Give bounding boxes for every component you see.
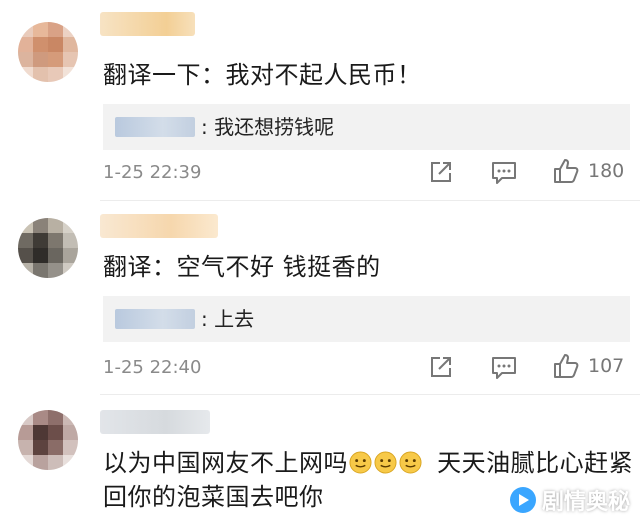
avatar-pixel (63, 52, 78, 67)
avatar-pixel (48, 67, 63, 82)
avatar-pixel (33, 455, 48, 470)
avatar-pixel (18, 440, 33, 455)
comment-icon (492, 357, 516, 379)
avatar[interactable] (18, 218, 78, 278)
avatar-pixel (33, 218, 48, 233)
avatar-pixel (48, 248, 63, 263)
avatar-pixel (18, 67, 33, 82)
avatar-pixel (48, 410, 63, 425)
avatar-pixel (33, 52, 48, 67)
like-icon (554, 354, 579, 378)
like-count: 107 (588, 355, 625, 377)
like-button[interactable]: 180 (552, 157, 624, 185)
like-button[interactable]: 107 (552, 352, 624, 380)
avatar-pixel (48, 218, 63, 233)
avatar-pixel (18, 218, 33, 233)
avatar-pixel (33, 37, 48, 52)
avatar-pixel (18, 37, 33, 52)
avatar-pixel (63, 37, 78, 52)
avatar-pixel (63, 440, 78, 455)
avatar-pixel (18, 455, 33, 470)
comment-button[interactable] (490, 160, 518, 186)
smile-emoji-icon (349, 451, 372, 474)
avatar-pixel (48, 233, 63, 248)
comment-text: 翻译一下：我对不起人民币！ (103, 61, 422, 89)
comment-text-part: 回你的泡菜国去吧你 (103, 483, 324, 511)
avatar-pixel (48, 52, 63, 67)
avatar-pixel (18, 52, 33, 67)
username-blurred[interactable] (100, 410, 210, 434)
avatar-pixel (18, 22, 33, 37)
avatar-pixel (33, 22, 48, 37)
avatar-pixel (48, 37, 63, 52)
avatar-pixel (33, 410, 48, 425)
share-button[interactable] (428, 160, 454, 184)
share-icon (431, 357, 451, 377)
avatar-pixel (63, 218, 78, 233)
comment-item-1: 翻译一下：我对不起人民币！ : 我还想捞钱呢 1-25 22:39 180 (0, 0, 640, 200)
avatar-pixel (63, 67, 78, 82)
username-blurred[interactable] (100, 12, 195, 36)
avatar-pixel (63, 455, 78, 470)
comment-time: 1-25 22:40 (103, 357, 202, 378)
smile-emoji-icon (399, 451, 422, 474)
reply-text: : 我还想捞钱呢 (201, 115, 335, 139)
avatar-pixel (48, 455, 63, 470)
avatar-pixel (63, 233, 78, 248)
reply-username-blurred (115, 309, 195, 329)
like-count: 180 (588, 160, 625, 182)
avatar-pixel (33, 263, 48, 278)
comment-icon (492, 162, 516, 184)
comment-button[interactable] (490, 355, 518, 381)
avatar-pixel (18, 410, 33, 425)
smile-emoji-icon (374, 451, 397, 474)
play-logo-icon (509, 487, 536, 513)
reply-preview[interactable]: : 我还想捞钱呢 (103, 104, 630, 150)
avatar-pixel (18, 263, 33, 278)
avatar-pixel (33, 425, 48, 440)
avatar-pixel (33, 440, 48, 455)
comment-text-part: 天天油腻比心赶紧 (437, 449, 634, 477)
avatar-pixel (63, 425, 78, 440)
avatar-pixel (48, 263, 63, 278)
share-button[interactable] (428, 355, 454, 379)
share-icon (431, 162, 451, 182)
avatar-pixel (33, 233, 48, 248)
avatar-pixel (18, 425, 33, 440)
avatar-pixel (63, 22, 78, 37)
reply-text: : 上去 (201, 307, 255, 331)
avatar-pixel (63, 263, 78, 278)
avatar[interactable] (18, 22, 78, 82)
avatar-pixel (48, 22, 63, 37)
comment-text: 翻译：空气不好 钱挺香的 (103, 253, 381, 281)
avatar-pixel (18, 248, 33, 263)
comment-time: 1-25 22:39 (103, 162, 202, 183)
avatar-pixel (48, 425, 63, 440)
comment-item-2: 翻译：空气不好 钱挺香的 : 上去 1-25 22:40 107 (0, 200, 640, 395)
username-blurred[interactable] (100, 214, 218, 238)
avatar-pixel (18, 233, 33, 248)
like-icon (554, 159, 579, 183)
avatar-pixel (48, 440, 63, 455)
avatar[interactable] (18, 410, 78, 470)
watermark-text: 剧情奥秘 (541, 490, 630, 515)
avatar-pixel (33, 67, 48, 82)
avatar-pixel (33, 248, 48, 263)
watermark: 剧情奥秘 (509, 484, 630, 516)
reply-preview[interactable]: : 上去 (103, 296, 630, 342)
reply-username-blurred (115, 117, 195, 137)
comment-text-part: 以为中国网友不上网吗 (103, 449, 348, 477)
avatar-pixel (63, 410, 78, 425)
avatar-pixel (63, 248, 78, 263)
